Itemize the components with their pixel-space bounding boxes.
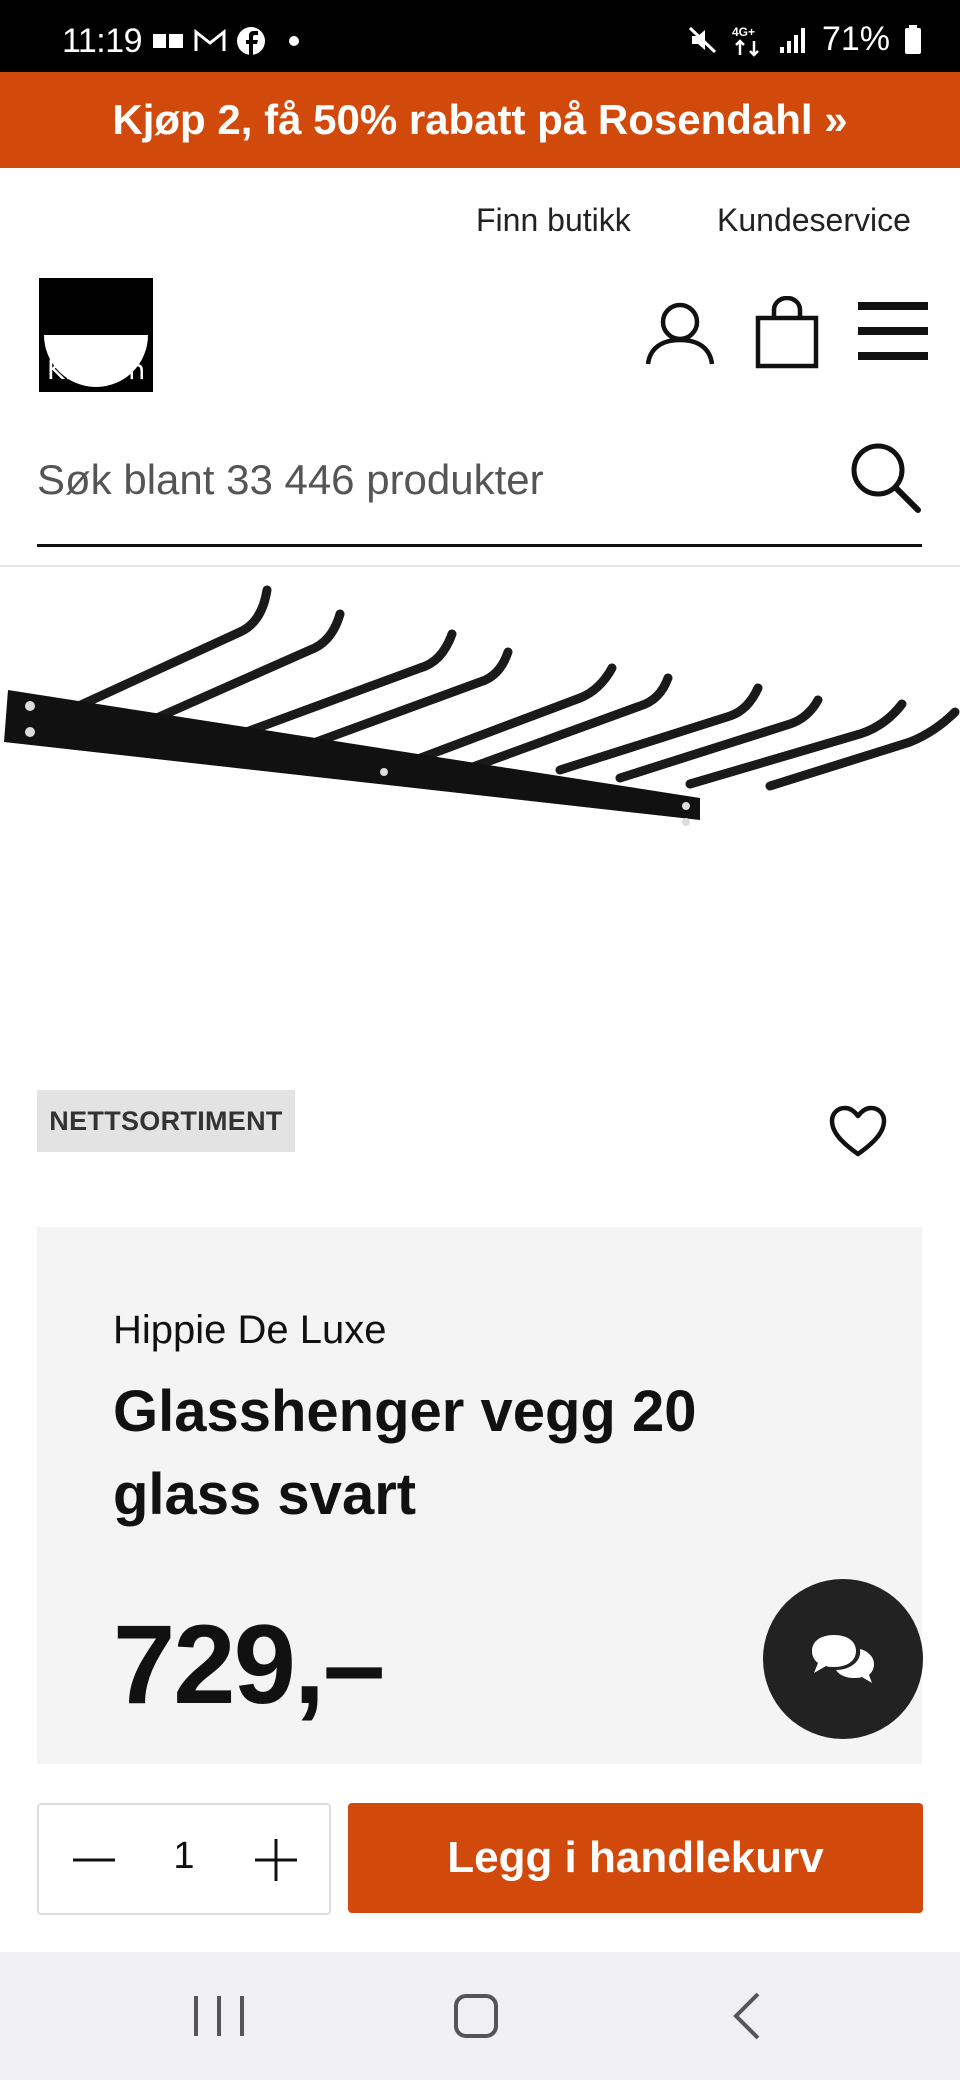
- add-to-cart-label: Legg i handlekurv: [447, 1833, 824, 1882]
- gmail-icon: [194, 29, 226, 51]
- system-status-icons: 4G+ 71%: [688, 20, 922, 59]
- user-icon[interactable]: [644, 298, 716, 370]
- promo-banner[interactable]: Kjøp 2, få 50% rabatt på Rosendahl »: [0, 72, 960, 168]
- dot-icon: [289, 36, 299, 46]
- search-bar: [37, 420, 922, 547]
- quantity-value[interactable]: 1: [159, 1835, 209, 1878]
- back-icon[interactable]: [712, 1984, 782, 2048]
- promo-text: Kjøp 2, få 50% rabatt på Rosendahl »: [112, 96, 848, 143]
- status-bar: 11:19 4G+ 71%: [0, 0, 960, 72]
- network-icon: 4G+: [732, 25, 759, 57]
- menu-icon[interactable]: [858, 300, 928, 362]
- battery-percent: 71%: [821, 20, 890, 58]
- kitchn-logo[interactable]: Kitch´n: [39, 278, 153, 392]
- product-image[interactable]: [0, 570, 960, 850]
- chat-button[interactable]: [763, 1579, 923, 1739]
- product-badge: NETTSORTIMENT: [37, 1090, 295, 1152]
- system-nav-bar: [0, 1952, 960, 2080]
- minus-icon[interactable]: [69, 1835, 119, 1885]
- product-brand[interactable]: Hippie De Luxe: [113, 1308, 387, 1353]
- notification-icons: [152, 26, 306, 56]
- home-icon[interactable]: [441, 1984, 511, 2048]
- signal-icon: [779, 27, 805, 53]
- add-to-cart-button[interactable]: Legg i handlekurv: [348, 1803, 923, 1913]
- heart-icon[interactable]: [828, 1104, 888, 1160]
- battery-icon: [905, 24, 921, 54]
- facebook-icon: [237, 27, 265, 56]
- chat-icon: [812, 1635, 874, 1683]
- find-store-link[interactable]: Finn butikk: [476, 202, 631, 239]
- header-divider: [0, 565, 960, 567]
- mute-icon: [688, 26, 716, 53]
- plus-icon[interactable]: [251, 1835, 301, 1885]
- logo-text: Kitch´n: [46, 355, 146, 386]
- status-time: 11:19: [62, 22, 143, 60]
- recent-apps-icon[interactable]: [184, 1984, 254, 2048]
- message-icon: [153, 34, 183, 48]
- svg-text:4G+: 4G+: [732, 25, 755, 39]
- search-input[interactable]: [37, 440, 817, 520]
- customer-service-link[interactable]: Kundeservice: [717, 202, 911, 239]
- quantity-stepper: 1: [37, 1803, 331, 1915]
- cart-icon[interactable]: [754, 296, 820, 370]
- product-title: Glasshenger vegg 20 glass svart: [113, 1379, 697, 1527]
- search-icon[interactable]: [850, 442, 922, 514]
- product-price: 729,–: [113, 1602, 385, 1727]
